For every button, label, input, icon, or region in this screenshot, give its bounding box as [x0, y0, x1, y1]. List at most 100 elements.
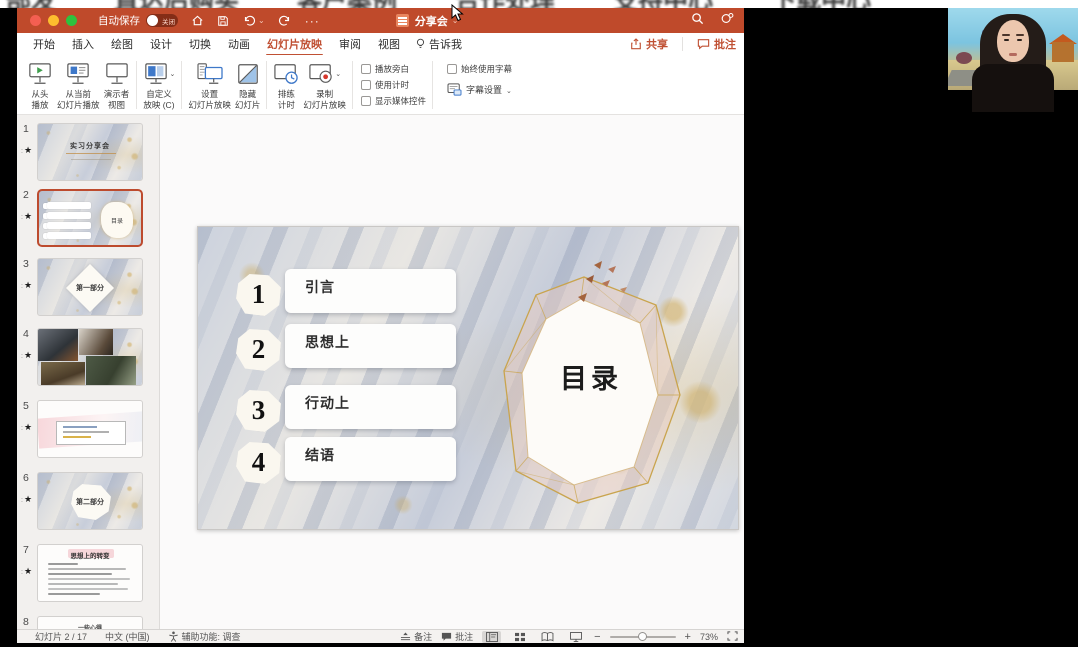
- bird-accents-graphic: [550, 259, 630, 319]
- tab-insert[interactable]: 插入: [71, 33, 95, 55]
- play-narrations-checkbox[interactable]: 播放旁白: [361, 63, 426, 75]
- normal-view-button[interactable]: [482, 631, 501, 643]
- photo-collage-thumb: [37, 328, 143, 386]
- autosave-state-label: 关闭: [162, 16, 175, 26]
- chevron-down-icon: ⌄: [506, 87, 512, 95]
- show-media-controls-checkbox[interactable]: 显示媒体控件: [361, 95, 426, 107]
- slide-editing-canvas[interactable]: 引言 1 思想上 2 行动上 3 结语: [160, 115, 744, 630]
- setup-slideshow-icon: [196, 62, 224, 86]
- title-bar: 自动保存 关闭 ⌄ ··· 分享会 ⌄: [17, 8, 744, 33]
- notes-icon: [400, 632, 411, 642]
- play-from-current-button[interactable]: 从当前幻灯片播放: [57, 60, 100, 110]
- thumbnail-slide-8[interactable]: 8 一些心得: [17, 616, 160, 630]
- slideshow-view-button[interactable]: [566, 631, 585, 643]
- zoom-out-button[interactable]: −: [594, 631, 600, 643]
- presenter-view-button[interactable]: 演示者视图: [104, 60, 130, 110]
- current-slide[interactable]: 引言 1 思想上 2 行动上 3 结语: [197, 226, 739, 530]
- hide-slide-icon: [236, 62, 260, 86]
- comment-icon: [441, 632, 452, 642]
- undo-icon[interactable]: ⌄: [242, 14, 265, 27]
- thumbnail-slide-1[interactable]: 1 ★ 实习分享会: [17, 123, 160, 181]
- play-from-start-button[interactable]: 从头播放: [27, 60, 53, 110]
- bg-nav-item: 客户案例: [297, 0, 397, 8]
- ribbon-tab-bar: 开始 插入 绘图 设计 切换 动画 幻灯片放映 审阅 视图 告诉我 共享: [17, 33, 744, 55]
- slide-thumbnail-panel[interactable]: 1 ★ 实习分享会 2 ★: [17, 115, 160, 630]
- animation-star-icon: ★: [21, 211, 32, 222]
- autosave-toggle[interactable]: 关闭: [146, 14, 178, 27]
- toc-card-1[interactable]: 引言: [285, 269, 456, 313]
- share-icon: [630, 38, 642, 50]
- tab-review[interactable]: 审阅: [338, 33, 362, 55]
- presenter-view-icon: [104, 62, 130, 86]
- bg-nav-item: 合作处理: [455, 0, 555, 8]
- powerpoint-window: 自动保存 关闭 ⌄ ··· 分享会 ⌄: [17, 8, 744, 643]
- thumbnail-slide-4[interactable]: 4 ★: [17, 328, 160, 386]
- tab-view[interactable]: 视图: [377, 33, 401, 55]
- rehearse-timings-button[interactable]: 排练计时: [273, 60, 299, 110]
- redo-icon[interactable]: [278, 14, 292, 27]
- tab-transitions[interactable]: 切换: [188, 33, 212, 55]
- zoom-slider[interactable]: [610, 636, 676, 638]
- toc-card-4[interactable]: 结语: [285, 437, 456, 481]
- fullscreen-window-button[interactable]: [66, 15, 77, 26]
- language-indicator[interactable]: 中文 (中国): [105, 630, 150, 643]
- custom-show-button[interactable]: ⌄ 自定义放映 (C): [143, 60, 176, 110]
- autosave-label: 自动保存: [98, 13, 140, 28]
- minimize-window-button[interactable]: [48, 15, 59, 26]
- zoom-level[interactable]: 73%: [700, 632, 718, 642]
- mouse-cursor: [451, 4, 464, 27]
- share-button[interactable]: 共享: [630, 36, 668, 52]
- save-icon[interactable]: [217, 15, 229, 27]
- notes-toggle-button[interactable]: 备注: [400, 630, 432, 643]
- play-from-current-icon: [65, 62, 91, 86]
- thumbnail-slide-6[interactable]: 6 ★ 第二部分: [17, 472, 160, 530]
- comments-toggle-button[interactable]: 批注: [441, 630, 473, 643]
- chevron-down-icon: ⌄: [335, 70, 341, 78]
- use-timings-checkbox[interactable]: 使用计时: [361, 79, 426, 91]
- slide-title[interactable]: 目录: [518, 357, 664, 396]
- home-icon[interactable]: [191, 14, 204, 27]
- subtitle-settings-icon: [447, 83, 462, 96]
- thumbnail-slide-5[interactable]: 5 ★: [17, 400, 160, 458]
- fit-to-window-button[interactable]: [727, 631, 738, 643]
- status-bar: 幻灯片 2 / 17 中文 (中国) 辅助功能: 调查 备注: [17, 629, 744, 643]
- tell-me-button[interactable]: 告诉我: [416, 36, 462, 52]
- toc-card-2[interactable]: 思想上: [285, 324, 456, 368]
- hide-slide-button[interactable]: 隐藏幻灯片: [235, 60, 261, 110]
- animation-star-icon: ★: [21, 350, 32, 361]
- thumbnail-slide-2-selected[interactable]: 2 ★ 目录: [17, 189, 160, 247]
- tab-animations[interactable]: 动画: [227, 33, 251, 55]
- comments-button[interactable]: 批注: [697, 36, 736, 52]
- animation-star-icon: ★: [21, 280, 32, 291]
- comment-icon: [697, 38, 710, 50]
- record-slideshow-button[interactable]: ⌄ 录制幻灯片放映: [303, 60, 346, 110]
- accessibility-icon: [168, 631, 179, 642]
- always-use-subtitles-checkbox[interactable]: 始终使用字幕: [447, 63, 512, 75]
- accessibility-check[interactable]: 辅助功能: 调查: [168, 630, 241, 643]
- thumbnail-slide-3[interactable]: 3 ★ 第一部分: [17, 258, 160, 316]
- subtitle-settings-button[interactable]: 字幕设置 ⌄: [447, 83, 512, 96]
- screen: 部发 直达后购买 客户案例 合作处理 支持中心 下载中心: [0, 0, 1078, 647]
- rehearse-timings-icon: [273, 62, 299, 86]
- search-icon[interactable]: [691, 12, 704, 30]
- toc-card-3[interactable]: 行动上: [285, 385, 456, 429]
- tab-slideshow[interactable]: 幻灯片放映: [266, 33, 323, 55]
- play-from-start-icon: [27, 62, 53, 86]
- setup-slideshow-button[interactable]: 设置幻灯片放映: [188, 60, 231, 110]
- animation-star-icon: ★: [21, 566, 32, 577]
- slide-sorter-view-button[interactable]: [510, 631, 529, 643]
- document-title[interactable]: 分享会: [415, 13, 448, 29]
- chevron-down-icon: ⌄: [170, 70, 176, 78]
- tab-draw[interactable]: 绘图: [110, 33, 134, 55]
- zoom-slider-knob[interactable]: [638, 632, 647, 641]
- thumbnail-slide-7[interactable]: 7 ★ 思想上的转变: [17, 544, 160, 602]
- close-window-button[interactable]: [30, 15, 41, 26]
- zoom-in-button[interactable]: +: [685, 631, 691, 643]
- tab-design[interactable]: 设计: [149, 33, 173, 55]
- slide-number-indicator[interactable]: 幻灯片 2 / 17: [35, 630, 87, 643]
- reading-view-button[interactable]: [538, 631, 557, 643]
- more-commands-button[interactable]: ···: [305, 14, 320, 28]
- account-presence-icon[interactable]: [720, 12, 734, 30]
- tab-home[interactable]: 开始: [32, 33, 56, 55]
- bg-nav-item: 支持中心: [613, 0, 713, 8]
